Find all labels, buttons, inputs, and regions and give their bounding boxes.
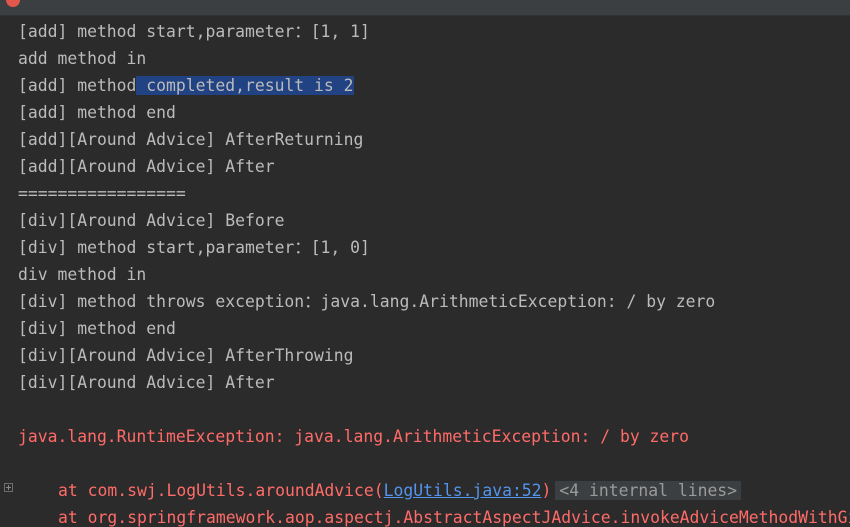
console-line: [div][Around Advice] AfterThrowing <box>18 346 354 365</box>
expand-icon[interactable] <box>4 483 13 492</box>
console-gutter <box>0 16 17 527</box>
stack-frame-suffix: ) <box>541 481 552 500</box>
source-link[interactable]: LogUtils.java:52 <box>384 481 542 500</box>
console-line: div method in <box>18 265 147 284</box>
console-line: [add][Around Advice] AfterReturning <box>18 130 364 149</box>
tool-window-header <box>0 0 850 16</box>
stack-frame: at org.springframework.aop.aspectj.Abstr… <box>18 504 850 527</box>
console-line: [add] method start,parameter：[1, 1] <box>18 22 370 41</box>
error-status-icon <box>6 0 20 7</box>
console-line: [div][Around Advice] After <box>18 373 275 392</box>
separator-line: ================= <box>18 184 186 203</box>
stack-frame-text: at org.springframework.aop.aspectj.Abstr… <box>58 508 850 527</box>
console-line: [div] method start,parameter：[1, 0] <box>18 238 370 257</box>
exception-line: java.lang.RuntimeException: java.lang.Ar… <box>18 427 690 446</box>
console-line: [add] method end <box>18 103 176 122</box>
stack-frame-text: at com.swj.LogUtils.aroundAdvice( <box>58 481 384 500</box>
console-line: add method in <box>18 49 147 68</box>
folded-lines-button[interactable]: <4 internal lines> <box>555 481 742 500</box>
console-line: [div] method end <box>18 319 176 338</box>
stack-frame: at com.swj.LogUtils.aroundAdvice(LogUtil… <box>18 477 850 504</box>
console-line: [div] method throws exception：java.lang.… <box>18 292 716 311</box>
console-output[interactable]: [add] method start,parameter：[1, 1] add … <box>0 16 850 527</box>
console-line: [add][Around Advice] After <box>18 157 275 176</box>
selected-text[interactable]: completed,result is 2 <box>136 76 354 95</box>
console-line: [div][Around Advice] Before <box>18 211 285 230</box>
console-line-text: [add] method <box>18 76 137 95</box>
console-line: [add] method completed,result is 2 <box>18 72 850 99</box>
